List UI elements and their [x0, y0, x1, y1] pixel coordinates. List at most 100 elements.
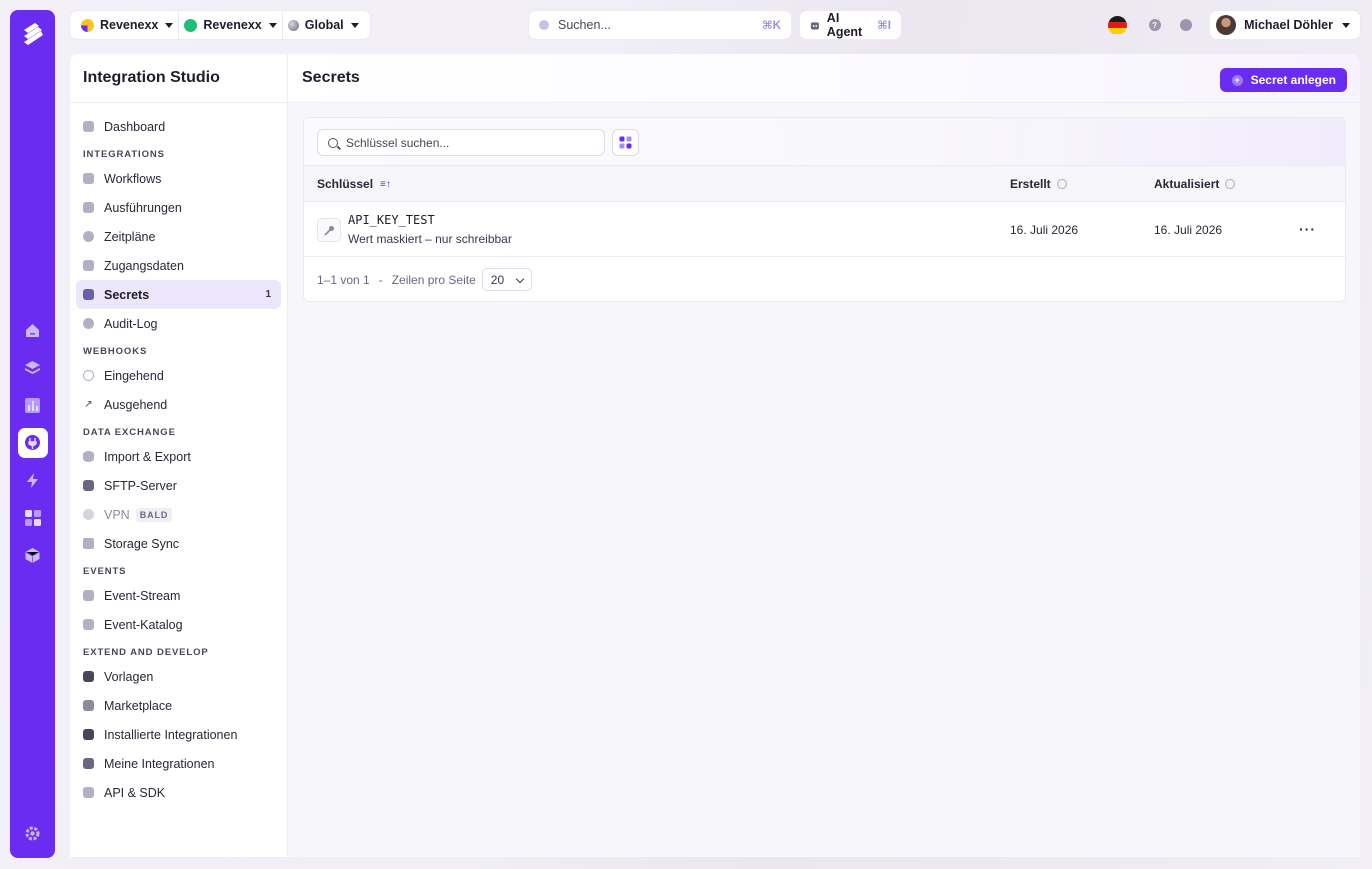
global-search-input[interactable]: Suchen... ⌘K — [529, 11, 791, 39]
sidebar-item-installierte-integrationen[interactable]: Installierte Integrationen — [76, 720, 281, 749]
key-search-input[interactable]: Schlüssel suchen... — [317, 129, 605, 156]
key-icon — [317, 218, 341, 242]
search-icon — [328, 137, 338, 148]
cube-icon[interactable] — [18, 541, 48, 571]
top-right-actions: ? Michael Döhler — [1108, 11, 1360, 39]
sidebar-section-data-exchange: DATA EXCHANGE — [83, 427, 176, 438]
sidebar-section-webhooks: WEBHOOKS — [83, 346, 148, 357]
main-shell: Integration Studio Dashboard INTEGRATION… — [70, 54, 1360, 857]
rows-per-page-select[interactable]: 20 — [481, 268, 532, 291]
chevron-down-icon — [515, 274, 525, 284]
view-toggle-button[interactable] — [612, 129, 639, 156]
global-search-placeholder: Suchen... — [558, 18, 611, 32]
create-secret-button[interactable]: + Secret anlegen — [1219, 68, 1347, 92]
created-date: 16. Juli 2026 — [1010, 222, 1079, 237]
sidebar-item-marketplace[interactable]: Marketplace — [76, 691, 281, 720]
sidebar-item-workflows[interactable]: Workflows — [76, 164, 281, 193]
home-icon[interactable] — [18, 315, 48, 345]
column-header-label: Aktualisiert — [1154, 177, 1220, 191]
sidebar-item-import-export[interactable]: Import & Export — [76, 442, 281, 471]
catalog-icon — [83, 619, 94, 630]
pagination-separator: - — [378, 272, 383, 287]
sidebar-item-label: Dashboard — [104, 119, 166, 134]
column-header-key[interactable]: Schlüssel ≡↑ — [317, 166, 391, 202]
page-title: Secrets — [302, 69, 360, 86]
dashboard-icon — [83, 121, 94, 132]
sidebar-item-ausgehend[interactable]: ↗ Ausgehend — [76, 390, 281, 419]
sidebar-title: Integration Studio — [70, 54, 287, 103]
incoming-webhook-icon — [83, 370, 94, 381]
sidebar-item-audit-log[interactable]: Audit-Log — [76, 309, 281, 338]
coming-soon-badge: BALD — [135, 507, 173, 522]
sidebar-item-storage-sync[interactable]: Storage Sync — [76, 529, 281, 558]
sidebar-item-label: Ausführungen — [104, 200, 182, 215]
workspace-selector[interactable]: Revenexx — [179, 11, 281, 39]
settings-gear-icon[interactable] — [17, 818, 47, 848]
row-actions-menu-icon[interactable]: ··· — [1299, 221, 1316, 237]
rows-per-page-value: 20 — [490, 272, 505, 287]
sidebar-item-label: Meine Integrationen — [104, 756, 215, 771]
key-icon — [83, 289, 94, 300]
workspace-status-dot-icon — [184, 18, 198, 32]
sidebar-item-zugangsdaten[interactable]: Zugangsdaten — [76, 251, 281, 280]
info-icon — [1225, 179, 1236, 189]
grid-view-icon — [619, 136, 632, 149]
chevron-down-icon — [165, 22, 174, 28]
app-rail — [10, 10, 55, 858]
column-header-updated[interactable]: Aktualisiert — [1154, 166, 1236, 202]
bolt-icon[interactable] — [18, 465, 48, 495]
key-search-placeholder: Schlüssel suchen... — [346, 135, 450, 150]
sidebar: Integration Studio Dashboard INTEGRATION… — [70, 54, 288, 857]
sidebar-item-label: Workflows — [104, 171, 162, 186]
sidebar-item-event-katalog[interactable]: Event-Katalog — [76, 610, 281, 639]
region-selector[interactable]: Global — [283, 11, 364, 39]
german-flag-icon[interactable] — [1108, 15, 1128, 35]
sort-icon[interactable]: ≡↑ — [380, 179, 391, 190]
secrets-count-badge: 1 — [265, 289, 271, 300]
clock-icon — [83, 231, 94, 242]
user-name: Michael Döhler — [1244, 18, 1333, 32]
app-logo-icon[interactable] — [18, 20, 48, 50]
sidebar-list: Dashboard INTEGRATIONS Workflows Ausführ… — [70, 103, 287, 807]
region-selector-label: Global — [304, 18, 344, 32]
secret-key-subtitle: Wert maskiert – nur schreibbar — [348, 232, 512, 246]
org-logo-icon — [81, 18, 94, 32]
code-book-icon — [83, 787, 94, 798]
sidebar-item-ausfuehrungen[interactable]: Ausführungen — [76, 193, 281, 222]
layers-icon — [83, 671, 94, 682]
org-selector[interactable]: Revenexx — [76, 11, 178, 39]
shield-icon — [83, 260, 94, 271]
secret-key-name: API_KEY_TEST — [348, 213, 435, 227]
sidebar-item-sftp-server[interactable]: SFTP-Server — [76, 471, 281, 500]
workspace-selector-label: Revenexx — [203, 18, 262, 32]
sidebar-item-event-stream[interactable]: Event-Stream — [76, 581, 281, 610]
column-header-label: Schlüssel — [317, 177, 374, 191]
user-menu[interactable]: Michael Döhler — [1210, 11, 1360, 39]
grid-icon — [83, 700, 94, 711]
create-secret-label: Secret anlegen — [1250, 73, 1336, 87]
sidebar-item-label: Import & Export — [104, 449, 191, 464]
sidebar-item-dashboard[interactable]: Dashboard — [76, 112, 281, 141]
updated-date: 16. Juli 2026 — [1154, 222, 1223, 237]
help-icon[interactable]: ? — [1148, 19, 1161, 31]
chevron-down-icon — [1342, 22, 1350, 28]
ai-agent-button[interactable]: AI Agent ⌘I — [800, 11, 901, 39]
ai-agent-label: AI Agent — [826, 11, 863, 39]
event-stream-icon — [83, 590, 94, 601]
bell-icon[interactable] — [1179, 19, 1192, 31]
apps-grid-icon[interactable] — [18, 503, 48, 533]
sidebar-item-zeitplaene[interactable]: Zeitpläne — [76, 222, 281, 251]
table-header: Schlüssel ≡↑ Erstellt Aktualisiert — [304, 166, 1345, 202]
sidebar-item-api-sdk[interactable]: API & SDK — [76, 778, 281, 807]
sidebar-item-secrets[interactable]: Secrets 1 — [76, 280, 281, 309]
analytics-icon[interactable] — [18, 390, 48, 420]
table-row[interactable]: API_KEY_TEST Wert maskiert – nur schreib… — [304, 202, 1345, 257]
org-selector-label: Revenexx — [100, 18, 159, 32]
sidebar-item-vorlagen[interactable]: Vorlagen — [76, 662, 281, 691]
sidebar-item-eingehend[interactable]: Eingehend — [76, 361, 281, 390]
integrations-icon[interactable] — [17, 427, 48, 458]
column-header-created[interactable]: Erstellt — [1010, 166, 1067, 202]
sidebar-item-meine-integrationen[interactable]: Meine Integrationen — [76, 749, 281, 778]
layers-icon[interactable] — [18, 353, 48, 383]
sidebar-item-label: VPN — [104, 507, 130, 522]
